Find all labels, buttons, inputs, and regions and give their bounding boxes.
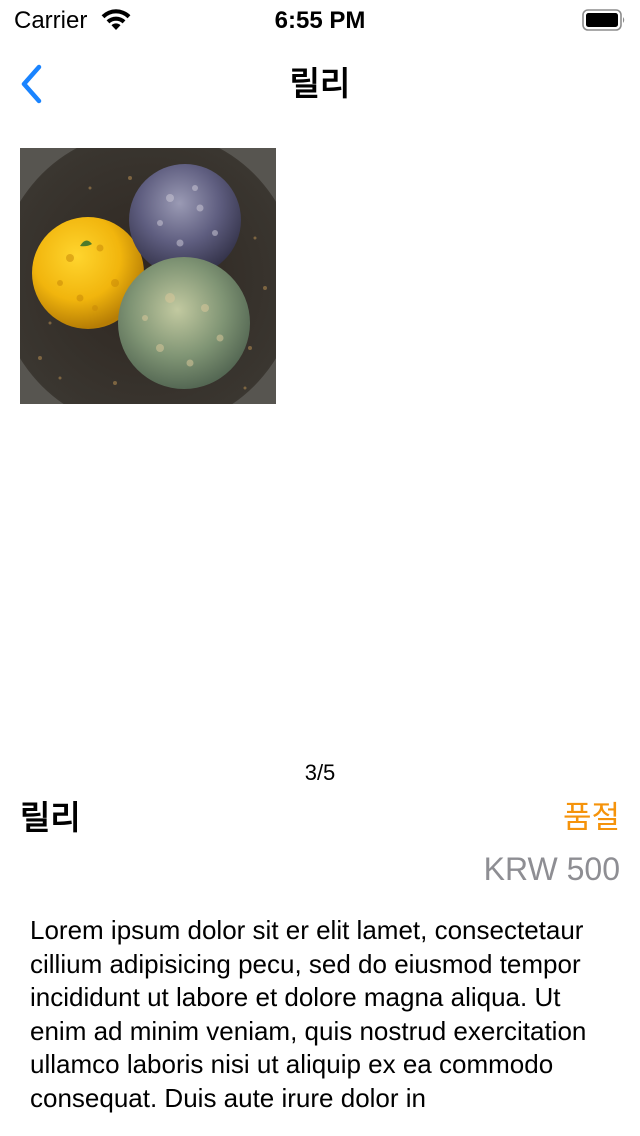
product-name: 릴리 (20, 799, 81, 836)
product-description: Lorem ipsum dolor sit er elit lamet, con… (30, 915, 587, 1113)
product-photo (20, 148, 276, 404)
status-time: 6:55 PM (274, 7, 366, 34)
status-bar: Carrier 6:55 PM (0, 0, 640, 40)
nav-title: 릴리 (289, 65, 351, 102)
product-price: KRW 500 (483, 851, 620, 887)
stock-status-badge: 품절 (562, 800, 620, 835)
image-carousel[interactable] (0, 128, 640, 758)
page-indicator: 3/5 (304, 760, 336, 785)
battery-full-icon (582, 9, 625, 31)
product-photo-illustration (20, 148, 276, 404)
navigation-bar: 릴리 (0, 40, 640, 128)
